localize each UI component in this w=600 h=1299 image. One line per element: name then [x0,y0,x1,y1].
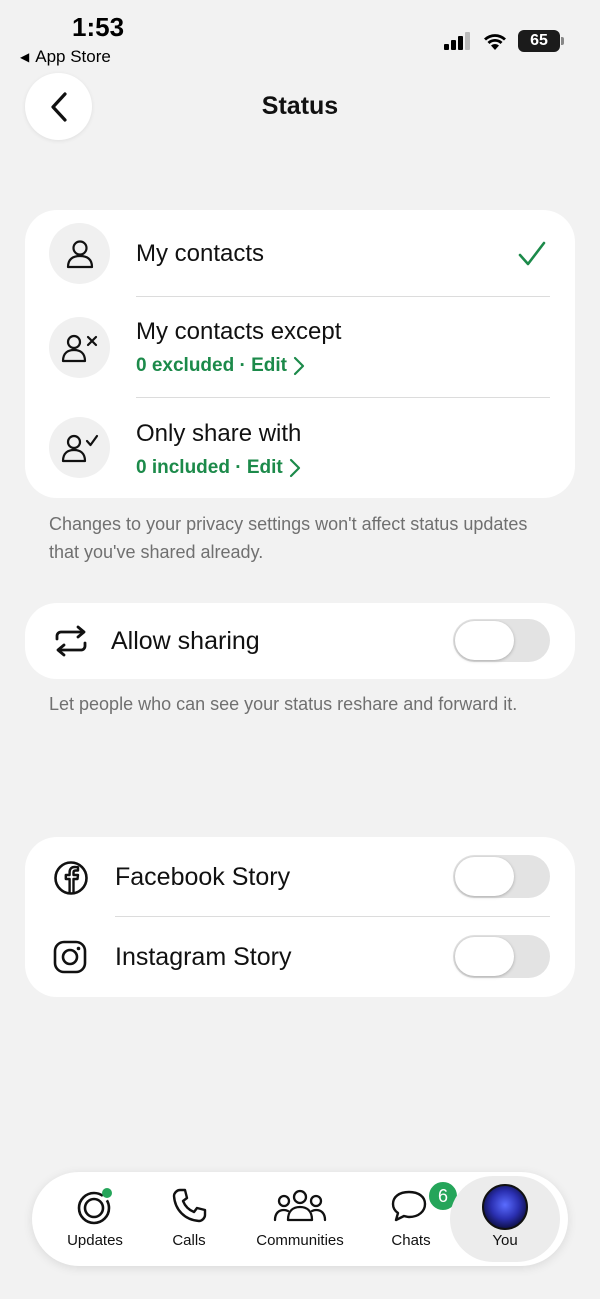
updates-icon [77,1188,112,1225]
wifi-icon [484,34,506,50]
toggle-knob [455,621,514,660]
checkmark-icon [518,241,546,266]
chevron-right-icon [293,356,305,376]
repost-icon [55,625,87,657]
option-only-share-with[interactable]: Only share with 0 included · Edit [25,398,575,498]
tab-updates[interactable]: Updates [52,1172,138,1266]
option-subtitle: 0 excluded · Edit [136,355,287,376]
instagram-story-label: Instagram Story [115,943,292,971]
chevron-right-icon [289,458,300,478]
allow-sharing-toggle[interactable] [453,619,550,662]
instagram-story-toggle[interactable] [453,935,550,978]
back-app-label: App Store [35,47,111,66]
person-x-icon [49,317,110,378]
facebook-story-toggle[interactable] [453,855,550,898]
tab-label: Communities [256,1232,344,1249]
option-my-contacts-except[interactable]: My contacts except 0 excluded · Edit [25,298,575,398]
option-subtitle: 0 included · Edit [136,457,283,478]
instagram-story-row[interactable]: Instagram Story [25,917,575,997]
page-title: Status [261,92,339,120]
facebook-icon [54,861,88,895]
privacy-note: Changes to your privacy settings won't a… [49,514,528,562]
option-my-contacts[interactable]: My contacts [25,210,575,298]
tab-label: You [492,1232,518,1249]
allow-sharing-label: Allow sharing [111,627,260,655]
option-title: My contacts [136,240,265,267]
status-icons: 65 [444,30,564,52]
bottom-tab-bar: Updates Calls Communities 6 Chats You [32,1172,568,1266]
tab-label: Calls [172,1232,206,1249]
divider [136,296,550,297]
tab-communities[interactable]: Communities [248,1172,352,1266]
sharing-note: Let people who can see your status resha… [49,694,518,714]
tab-you[interactable]: You [450,1176,560,1262]
toggle-knob [455,857,514,896]
tab-calls[interactable]: Calls [156,1172,222,1266]
battery-indicator: 65 [518,30,564,52]
facebook-story-row[interactable]: Facebook Story [25,837,575,917]
person-icon [49,223,110,284]
communities-icon [273,1189,327,1222]
phone-icon [172,1188,207,1223]
person-check-icon [49,417,110,478]
signal-icon [444,32,470,50]
option-title: Only share with [136,420,302,447]
status-bar: 1:53 ◀ App Store 65 [0,0,600,70]
edit-excluded-link[interactable]: 0 excluded · Edit [136,355,305,377]
tab-chats[interactable]: 6 Chats [378,1172,459,1266]
stories-card: Facebook Story Instagram Story [25,837,575,997]
tab-label: Chats [391,1232,431,1249]
back-to-app-link[interactable]: ◀ App Store [20,47,111,67]
clock: 1:53 [72,12,125,42]
tab-label: Updates [67,1232,123,1249]
facebook-story-label: Facebook Story [115,863,291,891]
toggle-knob [455,937,514,976]
privacy-options-card: My contacts My contacts except 0 exclude… [25,210,575,498]
avatar [482,1184,528,1230]
option-title: My contacts except [136,318,342,345]
edit-included-link[interactable]: 0 included · Edit [136,457,301,479]
instagram-icon [53,940,87,974]
back-triangle-icon: ◀ [20,50,30,64]
allow-sharing-card: Allow sharing [25,603,575,679]
